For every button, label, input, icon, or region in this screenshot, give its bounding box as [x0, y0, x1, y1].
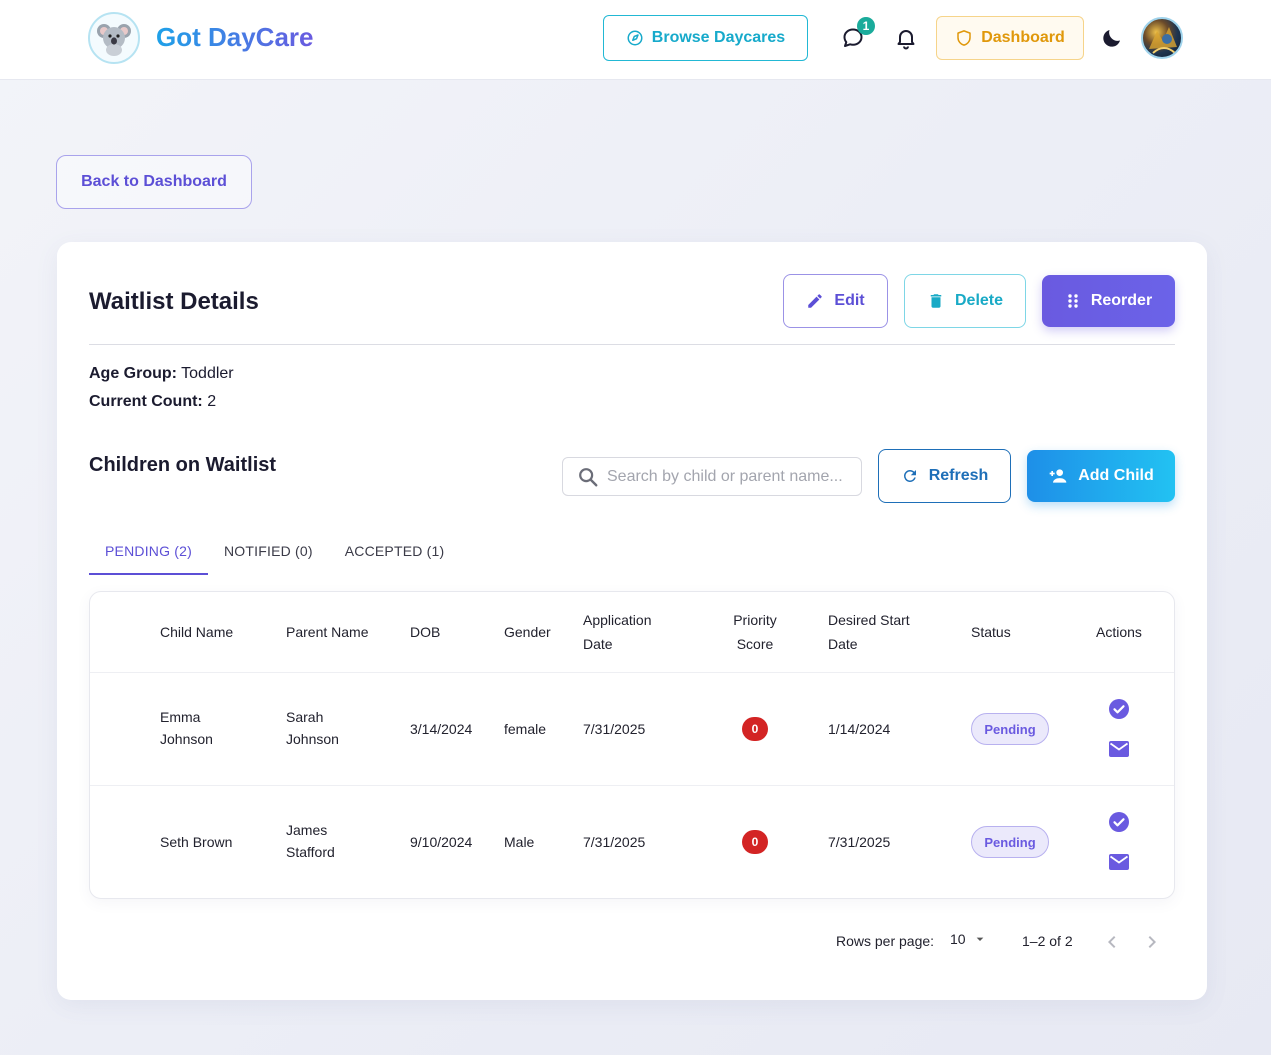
gender-cell: Male	[504, 834, 535, 850]
application-date-cell: 7/31/2025	[583, 721, 646, 737]
next-page-chevron-icon[interactable]	[1140, 930, 1164, 954]
refresh-icon	[903, 470, 916, 482]
rows-per-page-label: Rows per page:	[836, 933, 935, 949]
status-tabs: PENDING (2) NOTIFIED (0) ACCEPTED (1)	[89, 530, 460, 575]
parent-name-line1: Sarah	[286, 709, 324, 725]
status-badge: Pending	[971, 826, 1049, 858]
bell-icon[interactable]	[894, 26, 918, 50]
header-actions: Actions	[1096, 624, 1142, 640]
user-avatar[interactable]	[1141, 17, 1183, 59]
child-name-line1: Emma	[160, 709, 201, 725]
parent-name-cell: Sarah Johnson	[286, 706, 339, 750]
age-group-label: Age Group:	[89, 365, 177, 382]
search-box	[562, 457, 862, 496]
dob-cell: 3/14/2024	[410, 721, 473, 737]
add-child-label: Add Child	[1078, 467, 1154, 484]
add-child-button[interactable]: Add Child	[1027, 450, 1175, 502]
parent-name-line2: Johnson	[286, 731, 339, 747]
status-badge: Pending	[971, 713, 1049, 745]
current-count-info: Current Count: 2	[89, 393, 216, 411]
header-gender[interactable]: Gender	[504, 620, 551, 644]
edit-button[interactable]: Edit	[783, 274, 888, 328]
row-divider	[90, 672, 1174, 673]
person-add-icon	[1049, 469, 1067, 483]
priority-score-badge: 0	[742, 830, 768, 854]
header-application-date-line1: Application	[583, 612, 652, 628]
child-name-line1: Seth Brown	[160, 834, 233, 850]
application-date-cell: 7/31/2025	[583, 834, 646, 850]
reorder-button[interactable]: Reorder	[1042, 275, 1175, 327]
parent-name-line2: Stafford	[286, 844, 335, 860]
notify-email-icon[interactable]	[1107, 850, 1131, 874]
header-priority-line1: Priority	[733, 612, 777, 628]
header-priority-score[interactable]: Priority Score	[720, 608, 790, 656]
waitlist-details-card: Waitlist Details Edit Delete Reorder Age…	[57, 242, 1207, 1000]
delete-label: Delete	[954, 292, 1004, 309]
header-dob[interactable]: DOB	[410, 620, 440, 644]
accept-check-circle-icon[interactable]	[1107, 697, 1131, 721]
brand-name[interactable]: Got DayCare	[156, 22, 314, 53]
row-divider	[90, 785, 1174, 786]
waitlist-table: Child Name Parent Name DOB Gender Applic…	[89, 591, 1175, 899]
header-priority-line2: Score	[736, 636, 774, 652]
header-child-name[interactable]: Child Name	[160, 620, 233, 644]
reorder-label: Reorder	[1090, 292, 1153, 309]
drag-handle-icon	[1068, 294, 1078, 308]
child-name-line2: Johnson	[160, 731, 213, 747]
shield-icon	[957, 30, 971, 46]
header-status[interactable]: Status	[971, 620, 1011, 644]
dropdown-arrow-icon	[976, 937, 983, 941]
header-start-line2: Date	[828, 636, 858, 652]
koala-logo-icon[interactable]	[88, 12, 140, 64]
refresh-button[interactable]: Refresh	[878, 449, 1011, 503]
header-parent-name[interactable]: Parent Name	[286, 620, 368, 644]
previous-page-chevron-icon[interactable]	[1100, 930, 1124, 954]
edit-label: Edit	[834, 292, 865, 309]
search-icon	[579, 467, 598, 486]
chat-unread-badge: 1	[857, 17, 875, 35]
explore-icon	[627, 30, 643, 46]
header-application-date-line2: Date	[583, 636, 613, 652]
rows-per-page-select[interactable]: 10	[950, 931, 988, 947]
gender-cell: female	[504, 721, 547, 737]
pencil-icon	[808, 294, 823, 308]
dark-mode-moon-icon[interactable]	[1100, 26, 1124, 50]
children-section-title: Children on Waitlist	[89, 454, 277, 476]
desired-start-date-cell: 1/14/2024	[828, 721, 891, 737]
age-group-info: Age Group: Toddler	[89, 365, 234, 383]
header-application-date[interactable]: Application Date	[583, 608, 652, 656]
page-title: Waitlist Details	[89, 288, 259, 315]
back-to-dashboard-button[interactable]: Back to Dashboard	[56, 155, 252, 209]
tab-notified[interactable]: NOTIFIED (0)	[208, 530, 329, 575]
notify-email-icon[interactable]	[1107, 737, 1131, 761]
rows-per-page-value: 10	[950, 931, 966, 947]
browse-daycares-button[interactable]: Browse Daycares	[603, 15, 808, 61]
tab-accepted[interactable]: ACCEPTED (1)	[329, 530, 461, 575]
dob-cell: 9/10/2024	[410, 834, 473, 850]
dashboard-label: Dashboard	[981, 29, 1065, 46]
current-count-label: Current Count:	[89, 393, 203, 410]
current-count-value: 2	[207, 393, 217, 410]
refresh-label: Refresh	[928, 467, 989, 484]
accept-check-circle-icon[interactable]	[1107, 810, 1131, 834]
delete-button[interactable]: Delete	[904, 274, 1026, 328]
child-name-cell: Emma Johnson	[160, 706, 213, 750]
divider	[89, 344, 1175, 345]
priority-score-badge: 0	[742, 717, 768, 741]
desired-start-date-cell: 7/31/2025	[828, 834, 891, 850]
trash-icon	[930, 294, 942, 308]
tab-pending[interactable]: PENDING (2)	[89, 530, 208, 575]
dashboard-button[interactable]: Dashboard	[936, 16, 1084, 60]
header-desired-start-date[interactable]: Desired Start Date	[828, 608, 910, 656]
parent-name-cell: James Stafford	[286, 819, 335, 863]
search-input[interactable]	[607, 467, 857, 486]
child-name-cell: Seth Brown	[160, 830, 232, 854]
parent-name-line1: James	[286, 822, 328, 838]
top-navbar: Got DayCare Browse Daycares 1 Dashboard	[0, 0, 1271, 80]
header-start-line1: Desired Start	[828, 612, 910, 628]
browse-daycares-label: Browse Daycares	[651, 29, 786, 46]
page-range: 1–2 of 2	[1022, 933, 1073, 949]
age-group-value: Toddler	[181, 365, 234, 382]
